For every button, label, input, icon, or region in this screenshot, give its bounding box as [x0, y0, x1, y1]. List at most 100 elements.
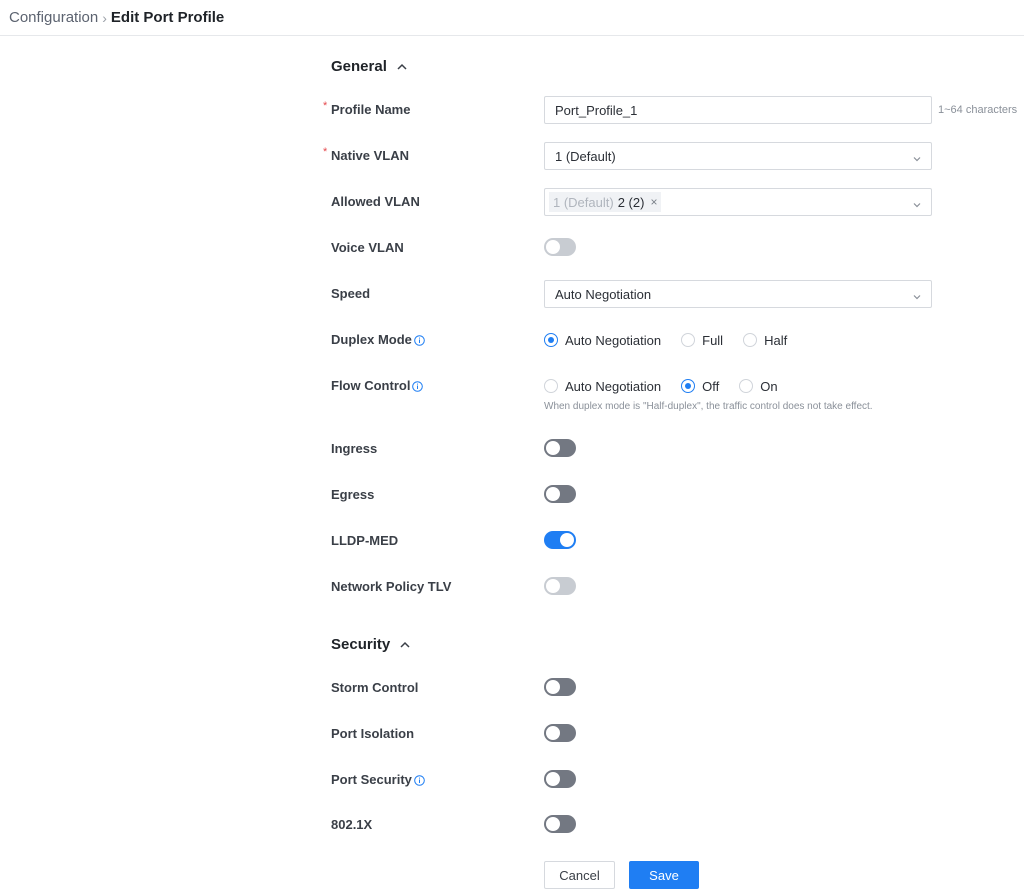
- dot1x-label: 802.1X: [331, 817, 373, 832]
- flow-off-radio[interactable]: Off: [681, 379, 719, 394]
- storm-control-toggle[interactable]: [544, 678, 576, 696]
- toggle-knob: [546, 487, 560, 501]
- port-security-row: Port Security: [0, 766, 1024, 794]
- network-policy-tlv-toggle[interactable]: [544, 577, 576, 595]
- breadcrumb-separator: ›: [102, 9, 107, 26]
- profile-name-label-text: Profile Name: [331, 102, 411, 117]
- voice-vlan-row: Voice VLAN: [0, 234, 1024, 262]
- radio-label: Auto Negotiation: [565, 332, 662, 348]
- info-circle-icon[interactable]: [414, 774, 425, 786]
- security-section-header[interactable]: Security: [331, 636, 411, 653]
- profile-name-row: * Profile Name 1~64 characters: [0, 96, 1024, 124]
- required-mark: *: [323, 146, 328, 158]
- toggle-knob: [546, 441, 560, 455]
- duplex-half-radio[interactable]: Half: [743, 333, 787, 348]
- native-vlan-label: * Native VLAN: [323, 142, 410, 170]
- cancel-button[interactable]: Cancel: [544, 861, 615, 889]
- ingress-toggle[interactable]: [544, 439, 576, 457]
- allowed-vlan-label: Allowed VLAN: [331, 194, 420, 209]
- network-policy-tlv-label: Network Policy TLV: [331, 579, 452, 594]
- info-circle-icon[interactable]: [414, 334, 425, 346]
- toggle-knob: [546, 772, 560, 786]
- duplex-mode-label: Duplex Mode: [331, 326, 425, 354]
- lldp-med-toggle[interactable]: [544, 531, 576, 549]
- port-security-toggle[interactable]: [544, 770, 576, 788]
- voice-vlan-label: Voice VLAN: [331, 240, 404, 255]
- radio-dot: [681, 333, 696, 347]
- vlan-tag: 1 (Default) 2 (2) ×: [549, 192, 662, 212]
- toggle-knob: [560, 533, 574, 547]
- flow-control-label-text: Flow Control: [331, 378, 411, 393]
- speed-row: Speed Auto Negotiation: [0, 280, 1024, 308]
- lldp-med-row: LLDP-MED: [0, 527, 1024, 555]
- chevron-up-icon[interactable]: [396, 61, 408, 73]
- chevron-up-icon[interactable]: [399, 639, 411, 651]
- native-vlan-value: 1 (Default): [555, 148, 616, 164]
- flow-control-row: Flow Control Auto Negotiation Off On: [0, 372, 1024, 400]
- egress-label: Egress: [331, 487, 375, 502]
- radio-dot: [544, 379, 558, 393]
- allowed-vlan-multiselect[interactable]: 1 (Default) 2 (2) ×: [544, 188, 932, 216]
- flow-auto-radio[interactable]: Auto Negotiation: [544, 379, 661, 394]
- radio-dot: [743, 333, 758, 347]
- duplex-mode-radio-group: Auto Negotiation Full Half: [544, 326, 807, 354]
- vlan-tag-value: 2 (2): [617, 194, 645, 210]
- dot1x-toggle[interactable]: [544, 815, 576, 833]
- duplex-auto-radio[interactable]: Auto Negotiation: [544, 333, 661, 348]
- duplex-full-radio[interactable]: Full: [681, 333, 723, 348]
- toggle-knob: [546, 680, 560, 694]
- profile-name-hint: 1~64 characters: [938, 104, 1018, 116]
- native-vlan-label-text: Native VLAN: [331, 148, 410, 163]
- profile-name-label: * Profile Name: [323, 96, 411, 124]
- general-section-header[interactable]: General: [331, 58, 408, 75]
- port-isolation-row: Port Isolation: [0, 720, 1024, 748]
- radio-dot: [739, 379, 754, 393]
- chevron-down-icon: [912, 152, 922, 167]
- radio-label: Off: [702, 378, 720, 394]
- radio-dot: [681, 379, 696, 393]
- vlan-tag-default: 1 (Default): [553, 194, 614, 210]
- page-title: Edit Port Profile: [110, 9, 225, 26]
- breadcrumb-configuration-link[interactable]: Configuration: [9, 9, 98, 26]
- tag-remove-icon[interactable]: ×: [650, 195, 657, 209]
- speed-label: Speed: [331, 286, 371, 301]
- info-circle-icon[interactable]: [412, 380, 424, 392]
- speed-value: Auto Negotiation: [555, 286, 652, 302]
- toggle-knob: [546, 579, 560, 593]
- voice-vlan-toggle[interactable]: [544, 238, 576, 256]
- radio-label: Half: [764, 332, 788, 348]
- flow-control-note: When duplex mode is "Half-duplex", the t…: [544, 401, 873, 412]
- radio-label: On: [760, 378, 778, 394]
- breadcrumb: Configuration › Edit Port Profile: [0, 0, 1024, 36]
- native-vlan-row: * Native VLAN 1 (Default): [0, 142, 1024, 170]
- general-section-title: General: [331, 58, 387, 75]
- port-isolation-toggle[interactable]: [544, 724, 576, 742]
- egress-row: Egress: [0, 481, 1024, 509]
- native-vlan-select[interactable]: 1 (Default): [544, 142, 932, 170]
- duplex-mode-label-text: Duplex Mode: [331, 332, 412, 347]
- duplex-mode-row: Duplex Mode Auto Negotiation Full Half: [0, 326, 1024, 354]
- radio-dot: [544, 333, 558, 347]
- radio-label: Auto Negotiation: [565, 378, 662, 394]
- save-button[interactable]: Save: [629, 861, 699, 889]
- port-security-label: Port Security: [331, 766, 425, 794]
- storm-control-row: Storm Control: [0, 674, 1024, 702]
- network-policy-tlv-row: Network Policy TLV: [0, 573, 1024, 601]
- ingress-row: Ingress: [0, 435, 1024, 463]
- flow-control-label: Flow Control: [331, 372, 424, 400]
- profile-name-input[interactable]: [544, 96, 932, 124]
- ingress-label: Ingress: [331, 441, 378, 456]
- toggle-knob: [546, 726, 560, 740]
- allowed-vlan-row: Allowed VLAN 1 (Default) 2 (2) ×: [0, 188, 1024, 216]
- flow-control-radio-group: Auto Negotiation Off On: [544, 372, 798, 400]
- flow-on-radio[interactable]: On: [739, 378, 778, 394]
- storm-control-label: Storm Control: [331, 680, 419, 695]
- speed-select[interactable]: Auto Negotiation: [544, 280, 932, 308]
- required-mark: *: [323, 100, 328, 112]
- radio-label: Full: [702, 332, 724, 348]
- egress-toggle[interactable]: [544, 485, 576, 503]
- toggle-knob: [546, 817, 560, 831]
- chevron-down-icon: [912, 290, 922, 305]
- lldp-med-label: LLDP-MED: [331, 533, 399, 548]
- security-section-title: Security: [331, 636, 391, 653]
